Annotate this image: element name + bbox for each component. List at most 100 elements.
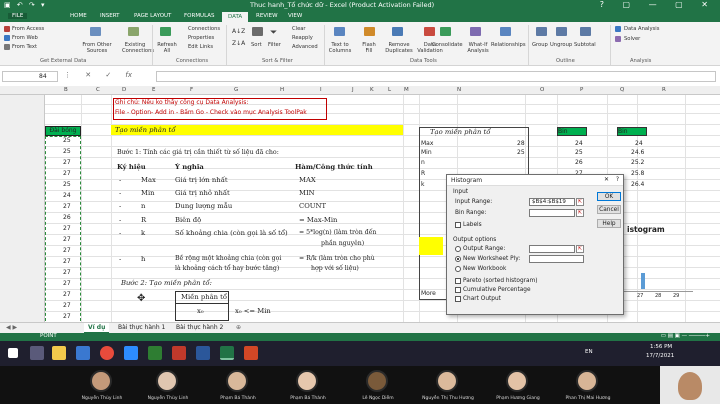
col-l[interactable]: L: [388, 87, 391, 93]
sort-za-icon[interactable]: Z↓A: [232, 40, 245, 47]
help-button[interactable]: Help: [597, 219, 621, 228]
colb-value[interactable]: 27: [63, 170, 71, 177]
chart-output-checkbox[interactable]: [455, 296, 461, 302]
pareto-checkbox[interactable]: [455, 278, 461, 284]
subtotal-button[interactable]: Subtotal: [574, 42, 596, 48]
new-workbook-radio[interactable]: [455, 266, 461, 272]
text-to-columns-button[interactable]: Text to Columns: [326, 42, 354, 54]
col-j[interactable]: J: [352, 87, 354, 93]
col-d[interactable]: D: [122, 87, 126, 93]
col-k[interactable]: K: [370, 87, 374, 93]
add-sheet-icon[interactable]: ⊕: [232, 323, 245, 332]
app-icon[interactable]: [172, 346, 186, 360]
col-e[interactable]: E: [152, 87, 155, 93]
col-c[interactable]: C: [96, 87, 100, 93]
bin-value[interactable]: 25.8: [631, 170, 644, 177]
participant-tile[interactable]: Phạm Bá Thành: [276, 368, 340, 402]
collapse-icon[interactable]: ⇱: [576, 209, 584, 217]
bin-value[interactable]: 25: [575, 149, 583, 156]
participant-tile[interactable]: Nguyễn Thùy Linh: [136, 368, 200, 402]
colb-value[interactable]: 27: [63, 302, 71, 309]
powerpoint-icon[interactable]: [244, 346, 258, 360]
app-icon[interactable]: [76, 346, 90, 360]
word-icon[interactable]: [196, 346, 210, 360]
participant-tile[interactable]: Lê Ngọc Diễm: [346, 368, 410, 402]
col-o[interactable]: O: [540, 87, 544, 93]
col-m[interactable]: M: [404, 87, 409, 93]
tab-data[interactable]: DATA: [222, 12, 249, 22]
stat-label[interactable]: n: [421, 159, 425, 166]
participant-tile[interactable]: Nguyễn Thị Thu Hương: [416, 368, 480, 402]
solver-button[interactable]: Solver: [624, 36, 640, 42]
col-f[interactable]: F: [190, 87, 193, 93]
cumulative-checkbox[interactable]: [455, 287, 461, 293]
chrome-icon[interactable]: [100, 346, 114, 360]
presenter-video[interactable]: [660, 366, 720, 404]
colb-value[interactable]: 27: [63, 291, 71, 298]
from-text-button[interactable]: From Text: [12, 44, 37, 50]
ungroup-button[interactable]: Ungroup: [550, 42, 572, 48]
tab-insert[interactable]: INSERT: [100, 13, 119, 19]
colb-value[interactable]: 27: [63, 247, 71, 254]
window-controls[interactable]: ? ▢ — ▢ ✕: [600, 0, 716, 9]
relationships-button[interactable]: Relationships: [491, 42, 526, 48]
data-analysis-button[interactable]: Data Analysis: [624, 26, 659, 32]
remove-duplicates-button[interactable]: Remove Duplicates: [382, 42, 416, 54]
collapse-icon[interactable]: ⇱: [576, 245, 584, 253]
cancel-button[interactable]: Cancel: [597, 205, 621, 214]
refresh-all-button[interactable]: Refresh All: [156, 42, 178, 54]
stat-label[interactable]: Max: [421, 140, 433, 147]
consolidate-button[interactable]: Consolidate: [432, 42, 463, 48]
input-range-field[interactable]: $B$4:$B$19: [529, 198, 575, 206]
participant-tile[interactable]: Phạm Bá Thành: [206, 368, 270, 402]
colb-value[interactable]: 27: [63, 236, 71, 243]
bin-header-1[interactable]: Bin: [557, 127, 587, 136]
sheet-nav-arrows[interactable]: ◀ ▶: [2, 323, 21, 332]
edit-links-button[interactable]: Edit Links: [188, 44, 213, 50]
collapse-icon[interactable]: ⇱: [576, 198, 584, 206]
new-worksheet-radio[interactable]: [455, 256, 461, 262]
colb-value[interactable]: 24: [63, 192, 71, 199]
tab-view[interactable]: VIEW: [288, 13, 302, 19]
sheet-tab-bth2[interactable]: Bài thực hành 2: [172, 323, 227, 332]
app-icon[interactable]: [148, 346, 162, 360]
group-button[interactable]: Group: [532, 42, 548, 48]
language-indicator[interactable]: EN: [585, 349, 593, 355]
col-q[interactable]: Q: [620, 87, 624, 93]
formula-input[interactable]: [156, 71, 716, 82]
bin-range-field[interactable]: [529, 209, 575, 217]
connections-button[interactable]: Connections: [188, 26, 220, 32]
colb-value[interactable]: 27: [63, 159, 71, 166]
participant-tile[interactable]: Phan Thị Mai Hương: [556, 368, 620, 402]
flash-fill-button[interactable]: Flash Fill: [358, 42, 380, 54]
what-if-analysis-button[interactable]: What-If Analysis: [464, 42, 492, 54]
participant-tile[interactable]: Phạm Hương Giang: [486, 368, 550, 402]
sort-az-icon[interactable]: A↓Z: [232, 28, 245, 35]
colb-value[interactable]: 26: [63, 214, 71, 221]
from-access-button[interactable]: From Access: [12, 26, 44, 32]
colb-value[interactable]: 25: [63, 137, 71, 144]
col-r[interactable]: R: [662, 87, 666, 93]
name-box[interactable]: 84: [2, 71, 58, 82]
bin-header-2[interactable]: Bin: [617, 127, 647, 136]
from-other-sources-button[interactable]: From Other Sources: [82, 42, 112, 54]
dialog-titlebar[interactable]: Histogram? ✕: [447, 175, 623, 186]
tab-formulas[interactable]: FORMULAS: [184, 13, 215, 19]
new-worksheet-field[interactable]: [529, 255, 584, 263]
tab-page-layout[interactable]: PAGE LAYOUT: [134, 13, 171, 19]
tab-file[interactable]: FILE: [8, 13, 28, 19]
col-g[interactable]: G: [234, 87, 238, 93]
labels-checkbox[interactable]: [455, 222, 461, 228]
start-icon[interactable]: [8, 348, 18, 358]
tab-review[interactable]: REVIEW: [256, 13, 278, 19]
filter-button[interactable]: Filter: [268, 42, 281, 48]
colb-value[interactable]: 27: [63, 203, 71, 210]
reapply-button[interactable]: Reapply: [292, 35, 313, 41]
colb-value[interactable]: 27: [63, 280, 71, 287]
stat-label[interactable]: R: [421, 170, 425, 177]
col-b[interactable]: B: [64, 87, 68, 93]
clear-button[interactable]: Clear: [292, 26, 306, 32]
advanced-button[interactable]: Advanced: [292, 44, 318, 50]
stat-value[interactable]: 25: [517, 149, 525, 156]
bin-value[interactable]: 24: [635, 140, 643, 147]
